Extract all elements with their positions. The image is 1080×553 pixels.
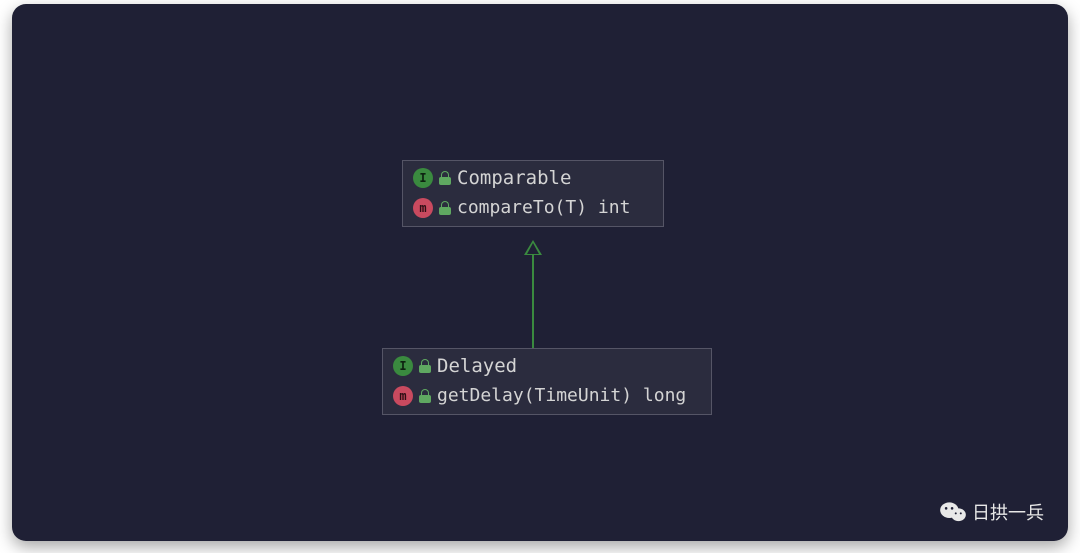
class-header: I Delayed [383, 349, 711, 381]
uml-diagram: I Comparable m compareTo(T) int I Delay [12, 4, 1068, 541]
class-box-delayed: I Delayed m getDelay(TimeUnit) long [382, 348, 712, 415]
class-method-row: m getDelay(TimeUnit) long [383, 381, 711, 414]
arrow-head-icon [524, 240, 542, 255]
lock-icon [439, 171, 451, 185]
class-name: Comparable [457, 167, 571, 189]
watermark-text: 日拱一兵 [972, 499, 1044, 525]
class-header: I Comparable [403, 161, 663, 193]
method-signature: getDelay(TimeUnit) long [437, 385, 686, 406]
lock-icon [439, 201, 451, 215]
method-icon: m [413, 198, 433, 218]
lock-icon [419, 389, 431, 403]
class-box-comparable: I Comparable m compareTo(T) int [402, 160, 664, 227]
interface-icon: I [393, 356, 413, 376]
method-signature: compareTo(T) int [457, 197, 630, 218]
class-method-row: m compareTo(T) int [403, 193, 663, 226]
lock-icon [419, 359, 431, 373]
class-name: Delayed [437, 355, 517, 377]
interface-icon: I [413, 168, 433, 188]
diagram-window: I Comparable m compareTo(T) int I Delay [12, 4, 1068, 541]
watermark: 日拱一兵 [940, 499, 1044, 525]
arrow-line [532, 254, 534, 348]
inheritance-arrow [531, 240, 535, 348]
wechat-icon [940, 501, 966, 523]
method-icon: m [393, 386, 413, 406]
